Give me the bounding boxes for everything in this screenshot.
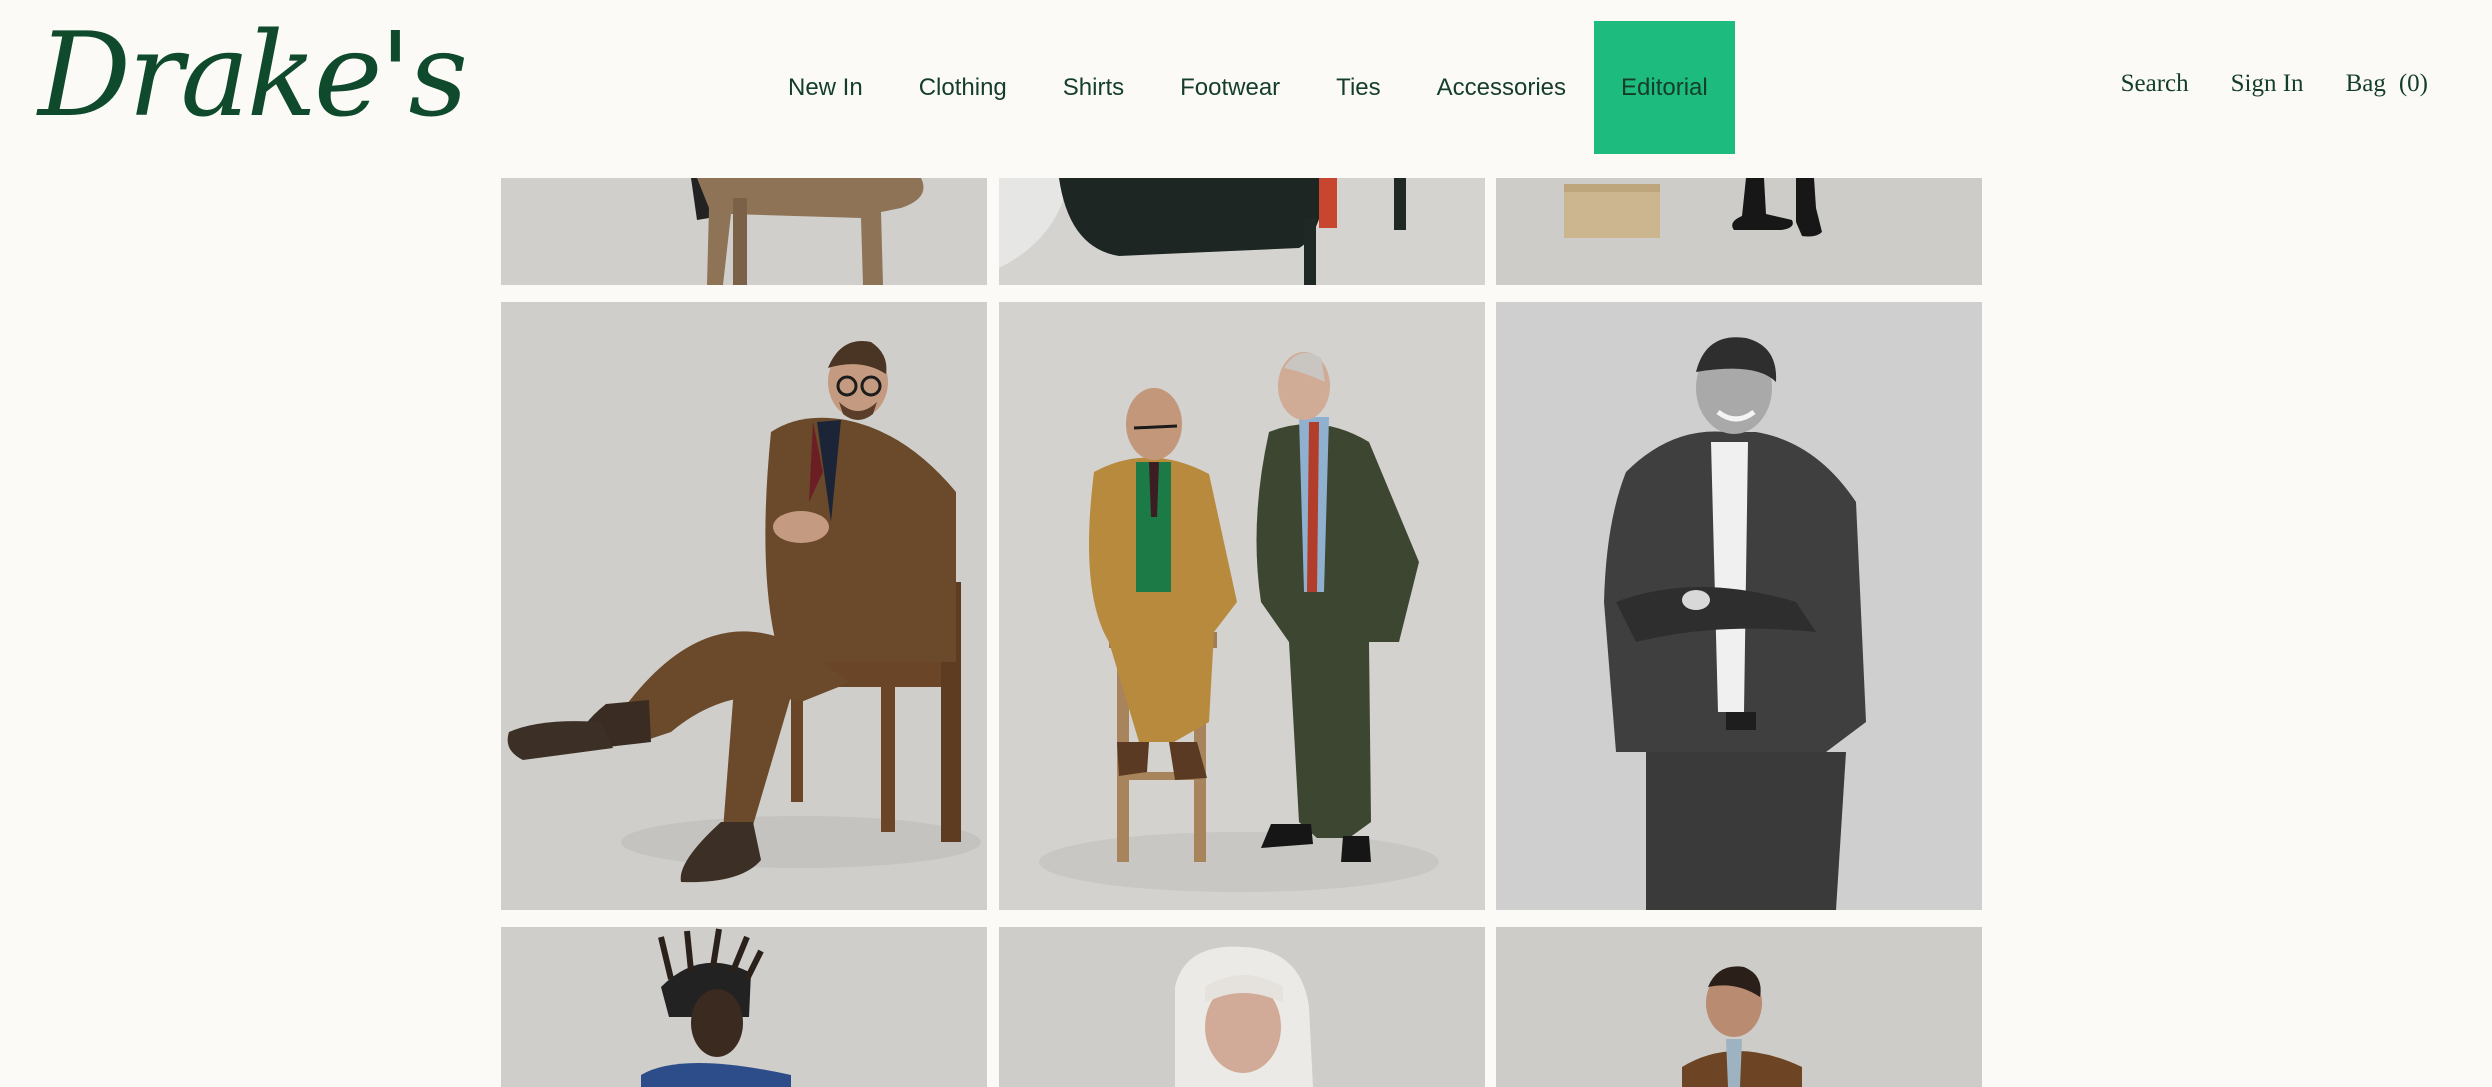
nav-clothing[interactable]: Clothing: [891, 21, 1035, 154]
site-header: Drake's New In Clothing Shirts Footwear …: [0, 0, 2492, 178]
brand-logo[interactable]: Drake's: [38, 6, 468, 146]
photo-woman-grey-hair: [999, 927, 1485, 1087]
bag-link[interactable]: Bag (0): [2346, 70, 2428, 98]
photo-dog-legs: [501, 178, 987, 285]
nav-ties[interactable]: Ties: [1308, 21, 1408, 154]
photo-man-dark-jacket-bw: [1496, 302, 1982, 910]
nav-footwear[interactable]: Footwear: [1152, 21, 1308, 154]
nav-accessories[interactable]: Accessories: [1409, 21, 1594, 154]
photo-box-shoes: [1496, 178, 1982, 285]
nav-editorial[interactable]: Editorial: [1594, 21, 1735, 154]
photo-man-brown-jacket: [1496, 927, 1982, 1087]
gallery-image-brown-jacket-man[interactable]: [1496, 927, 1982, 1087]
photo-man-seated-brown-suit: [501, 302, 987, 910]
gallery-image-box[interactable]: [1496, 178, 1982, 285]
photo-two-men-corduroy: [999, 302, 1485, 910]
gallery-image-seated-man[interactable]: [501, 302, 987, 910]
gallery-image-two-men[interactable]: [999, 302, 1485, 910]
bag-count: (0): [2398, 70, 2428, 97]
nav-shirts[interactable]: Shirts: [1035, 21, 1152, 154]
gallery-image-grey-haired-woman[interactable]: [999, 927, 1485, 1087]
photo-man-dreadlocks: [501, 927, 987, 1087]
gallery-image-dog[interactable]: [501, 178, 987, 285]
photo-chair-detail: [999, 178, 1485, 285]
gallery-image-chair[interactable]: [999, 178, 1485, 285]
bag-label: Bag: [2345, 70, 2386, 97]
main-nav: New In Clothing Shirts Footwear Ties Acc…: [760, 21, 1735, 154]
nav-new-in[interactable]: New In: [760, 21, 891, 154]
gallery-image-bw-man[interactable]: [1496, 302, 1982, 910]
search-link[interactable]: Search: [2121, 70, 2189, 98]
utility-nav: Search Sign In Bag (0): [2079, 0, 2428, 168]
gallery-image-dreadlocks-man[interactable]: [501, 927, 987, 1087]
sign-in-link[interactable]: Sign In: [2231, 70, 2304, 98]
